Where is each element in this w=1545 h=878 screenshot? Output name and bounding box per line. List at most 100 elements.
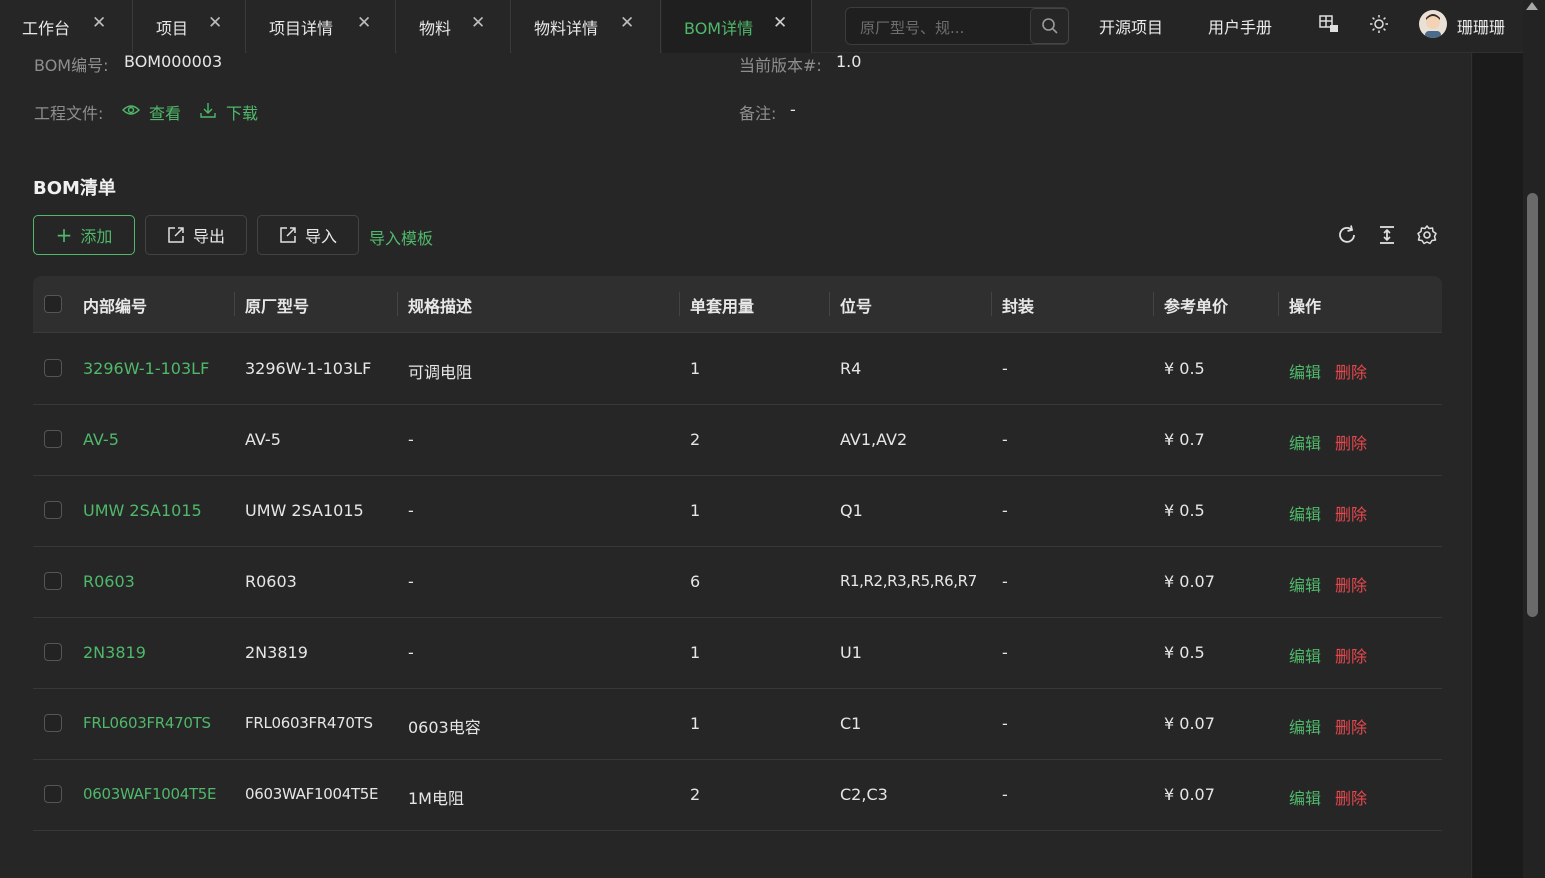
tab-bom-detail[interactable]: BOM详情 ✕ <box>662 0 812 53</box>
spec-cell: - <box>408 430 414 449</box>
mpn-cell: 2N3819 <box>245 643 308 662</box>
theme-sun-icon[interactable] <box>1368 13 1390 35</box>
avatar[interactable] <box>1419 10 1447 38</box>
delete-link[interactable]: 删除 <box>1335 643 1367 667</box>
edit-link[interactable]: 编辑 <box>1289 714 1321 738</box>
row-checkbox[interactable] <box>44 643 62 661</box>
close-icon[interactable]: ✕ <box>471 13 485 33</box>
spec-cell: 0603电容 <box>408 718 481 737</box>
ref-cell: Q1 <box>840 501 863 520</box>
column-divider <box>679 292 680 316</box>
close-icon[interactable]: ✕ <box>357 13 371 33</box>
table-row: AV-5 AV-5 - 2 AV1,AV2 - ¥ 0.7 编辑 删除 <box>33 405 1442 476</box>
tab-material-detail[interactable]: 物料详情 ✕ <box>512 0 661 53</box>
settings-gear-icon[interactable] <box>1416 224 1438 246</box>
internal-no-link[interactable]: R0603 <box>83 572 135 591</box>
close-icon[interactable]: ✕ <box>208 13 222 33</box>
row-checkbox[interactable] <box>44 359 62 377</box>
col-package: 封装 <box>1002 297 1035 316</box>
plus-icon: + <box>55 223 73 247</box>
package-cell: - <box>1002 643 1008 662</box>
row-height-icon[interactable] <box>1376 224 1398 246</box>
delete-link[interactable]: 删除 <box>1335 359 1367 383</box>
edit-link[interactable]: 编辑 <box>1289 430 1321 454</box>
delete-link[interactable]: 删除 <box>1335 785 1367 809</box>
language-icon[interactable] <box>1318 13 1340 35</box>
qty-cell: 6 <box>690 572 701 591</box>
download-icon <box>199 101 217 123</box>
add-button[interactable]: + 添加 <box>33 215 135 255</box>
internal-no-link[interactable]: UMW 2SA1015 <box>83 501 202 520</box>
import-button[interactable]: 导入 <box>257 215 359 255</box>
mpn-cell: R0603 <box>245 572 297 591</box>
close-icon[interactable]: ✕ <box>773 13 787 33</box>
mpn-cell: 3296W-1-103LF <box>245 359 372 378</box>
qty-cell: 1 <box>690 501 701 520</box>
user-manual-link[interactable]: 用户手册 <box>1208 14 1272 38</box>
table-header: 内部编号 原厂型号 规格描述 单套用量 位号 封装 参考单价 操作 <box>33 276 1442 333</box>
price-cell: ¥ 0.5 <box>1164 359 1205 378</box>
tab-project-detail[interactable]: 项目详情 ✕ <box>247 0 396 53</box>
row-checkbox[interactable] <box>44 501 62 519</box>
top-bar: 工作台 ✕ 项目 ✕ 项目详情 ✕ 物料 ✕ 物料详情 ✕ BOM详情 ✕ 原厂… <box>0 0 1545 53</box>
spec-cell: - <box>408 572 414 591</box>
search-button[interactable] <box>1030 8 1069 44</box>
scrollbar-thumb[interactable] <box>1527 193 1538 617</box>
package-cell: - <box>1002 572 1008 591</box>
row-checkbox[interactable] <box>44 714 62 732</box>
row-checkbox[interactable] <box>44 572 62 590</box>
tab-project[interactable]: 项目 ✕ <box>134 0 246 53</box>
ref-cell: AV1,AV2 <box>840 430 908 449</box>
tab-material[interactable]: 物料 ✕ <box>397 0 511 53</box>
qty-cell: 1 <box>690 643 701 662</box>
tab-label: 物料详情 <box>534 18 599 38</box>
search-input[interactable]: 原厂型号、规... <box>860 17 964 38</box>
edit-link[interactable]: 编辑 <box>1289 572 1321 596</box>
export-button[interactable]: 导出 <box>145 215 247 255</box>
refresh-icon[interactable] <box>1336 224 1358 246</box>
mpn-cell: AV-5 <box>245 430 281 449</box>
scroll-up-icon[interactable] <box>1526 2 1538 10</box>
edit-link[interactable]: 编辑 <box>1289 643 1321 667</box>
qty-cell: 2 <box>690 785 701 804</box>
edit-link[interactable]: 编辑 <box>1289 359 1321 383</box>
delete-link[interactable]: 删除 <box>1335 430 1367 454</box>
edit-link[interactable]: 编辑 <box>1289 785 1321 809</box>
delete-link[interactable]: 删除 <box>1335 572 1367 596</box>
tab-label: 工作台 <box>22 18 71 38</box>
download-file-link[interactable]: 下载 <box>226 100 258 124</box>
row-checkbox[interactable] <box>44 430 62 448</box>
user-name[interactable]: 珊珊珊 <box>1457 14 1505 38</box>
internal-no-link[interactable]: 0603WAF1004T5E <box>83 785 217 803</box>
export-label: 导出 <box>192 227 225 246</box>
package-cell: - <box>1002 501 1008 520</box>
internal-no-link[interactable]: FRL0603FR470TS <box>83 714 211 732</box>
mpn-cell: 0603WAF1004T5E <box>245 785 379 803</box>
internal-no-link[interactable]: 2N3819 <box>83 643 146 662</box>
delete-link[interactable]: 删除 <box>1335 501 1367 525</box>
tab-workbench[interactable]: 工作台 ✕ <box>0 0 133 53</box>
edit-link[interactable]: 编辑 <box>1289 501 1321 525</box>
search-box[interactable]: 原厂型号、规... <box>845 7 1069 45</box>
row-checkbox[interactable] <box>44 785 62 803</box>
select-all-checkbox[interactable] <box>44 295 62 313</box>
internal-no-link[interactable]: 3296W-1-103LF <box>83 359 209 378</box>
close-icon[interactable]: ✕ <box>92 13 106 33</box>
ref-cell: C2,C3 <box>840 785 888 804</box>
table-row: 0603WAF1004T5E 0603WAF1004T5E 1M电阻 2 C2,… <box>33 760 1442 831</box>
tab-label: 项目 <box>156 18 189 38</box>
internal-no-link[interactable]: AV-5 <box>83 430 119 449</box>
import-label: 导入 <box>304 227 337 246</box>
files-label: 工程文件: <box>34 104 104 123</box>
search-icon <box>1041 18 1058 34</box>
col-price: 参考单价 <box>1164 297 1229 316</box>
col-mpn: 原厂型号 <box>245 297 310 316</box>
open-source-link[interactable]: 开源项目 <box>1099 14 1163 38</box>
delete-link[interactable]: 删除 <box>1335 714 1367 738</box>
view-file-link[interactable]: 查看 <box>149 100 181 124</box>
col-spec: 规格描述 <box>408 297 473 316</box>
col-actions: 操作 <box>1289 297 1322 316</box>
import-template-link[interactable]: 导入模板 <box>369 225 433 249</box>
close-icon[interactable]: ✕ <box>620 13 634 33</box>
column-divider <box>234 292 235 316</box>
